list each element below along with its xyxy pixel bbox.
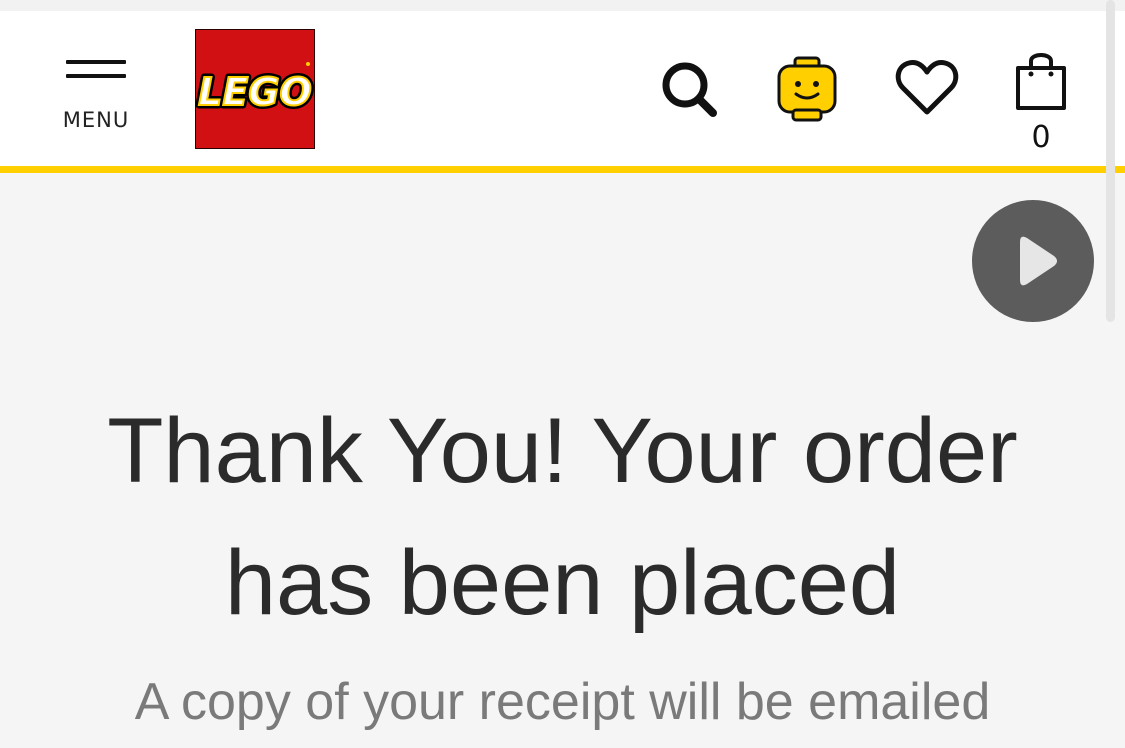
account-button[interactable] (775, 55, 839, 125)
search-button[interactable] (658, 58, 720, 120)
order-confirmation-page: MENU LEGO LEGO 0 Thank You! Your order h… (0, 0, 1125, 748)
bag-count: 0 (1031, 120, 1051, 155)
site-header: MENU LEGO LEGO 0 (0, 11, 1125, 166)
play-icon (1020, 236, 1057, 286)
video-play-button[interactable] (972, 200, 1094, 322)
page-title: Thank You! Your order has been placed (107, 400, 1018, 634)
shopping-bag-button[interactable]: 0 (1010, 48, 1072, 158)
receipt-message: A copy of your receipt will be emailed (134, 673, 991, 731)
lego-logo-graphic: LEGO LEGO (195, 29, 315, 149)
menu-icon (66, 74, 126, 78)
wishlist-button[interactable] (895, 58, 959, 118)
header-accent-line (0, 166, 1125, 173)
shopping-bag-icon (1016, 53, 1066, 110)
menu-icon (66, 60, 126, 64)
menu-label: MENU (62, 108, 130, 132)
logo-text-outline: LEGO (198, 70, 312, 114)
search-icon (662, 62, 717, 117)
top-strip (0, 0, 1125, 11)
page-scrollbar[interactable] (1106, 0, 1115, 322)
account-minifig-icon (777, 56, 837, 122)
heart-icon (895, 60, 959, 115)
menu-button[interactable]: MENU (58, 46, 134, 136)
lego-logo[interactable]: LEGO LEGO (195, 29, 315, 149)
